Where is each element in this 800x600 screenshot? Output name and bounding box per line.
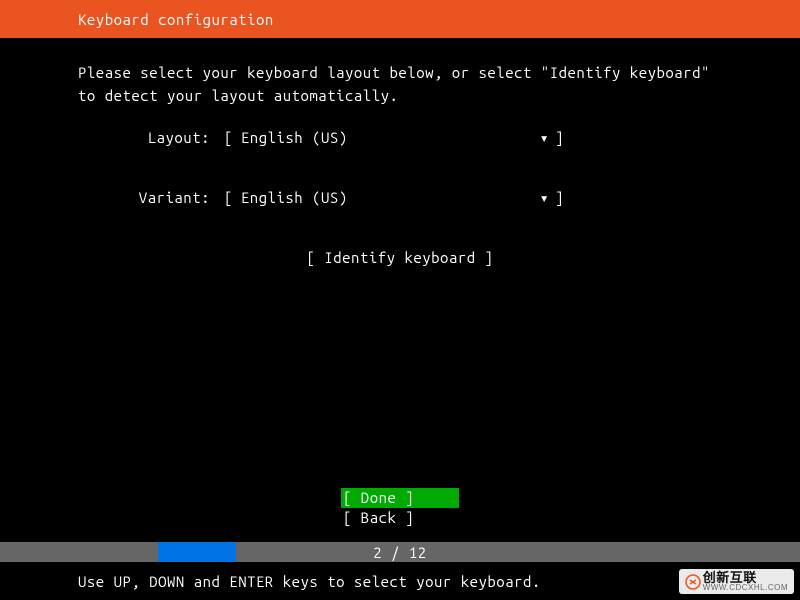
- instruction-text: Please select your keyboard layout below…: [78, 62, 722, 107]
- identify-keyboard-button[interactable]: [ Identify keyboard ]: [307, 249, 494, 266]
- chevron-down-icon: ▾: [540, 129, 556, 147]
- help-text: Use UP, DOWN and ENTER keys to select yo…: [78, 573, 541, 590]
- right-bracket: ]: [555, 129, 564, 147]
- watermark-url: WWW.CDCXHL.COM: [703, 584, 788, 592]
- left-bracket: [: [224, 129, 233, 147]
- left-bracket: [: [224, 189, 233, 207]
- layout-label: Layout:: [136, 129, 224, 147]
- watermark: 创新互联 WWW.CDCXHL.COM: [679, 569, 794, 594]
- variant-label: Variant:: [136, 189, 224, 207]
- variant-select[interactable]: [ English (US) ▾ ]: [224, 189, 564, 207]
- watermark-icon: [685, 574, 701, 590]
- footer-buttons: [ Done ] [ Back ]: [0, 488, 800, 528]
- layout-value: English (US): [233, 129, 540, 147]
- variant-row: Variant: [ English (US) ▾ ]: [136, 189, 722, 207]
- progress-bar: 2 / 12: [0, 542, 800, 562]
- chevron-down-icon: ▾: [540, 189, 556, 207]
- main-content: Please select your keyboard layout below…: [0, 38, 800, 266]
- layout-row: Layout: [ English (US) ▾ ]: [136, 129, 722, 147]
- variant-value: English (US): [233, 189, 540, 207]
- progress-text: 2 / 12: [0, 544, 800, 561]
- layout-select[interactable]: [ English (US) ▾ ]: [224, 129, 564, 147]
- page-title: Keyboard configuration: [78, 11, 274, 28]
- form-area: Layout: [ English (US) ▾ ] Variant: [ En…: [78, 129, 722, 266]
- header-bar: Keyboard configuration: [0, 0, 800, 38]
- back-button[interactable]: [ Back ]: [341, 508, 459, 528]
- done-button[interactable]: [ Done ]: [341, 488, 459, 508]
- right-bracket: ]: [555, 189, 564, 207]
- identify-keyboard-row: [ Identify keyboard ]: [78, 249, 722, 266]
